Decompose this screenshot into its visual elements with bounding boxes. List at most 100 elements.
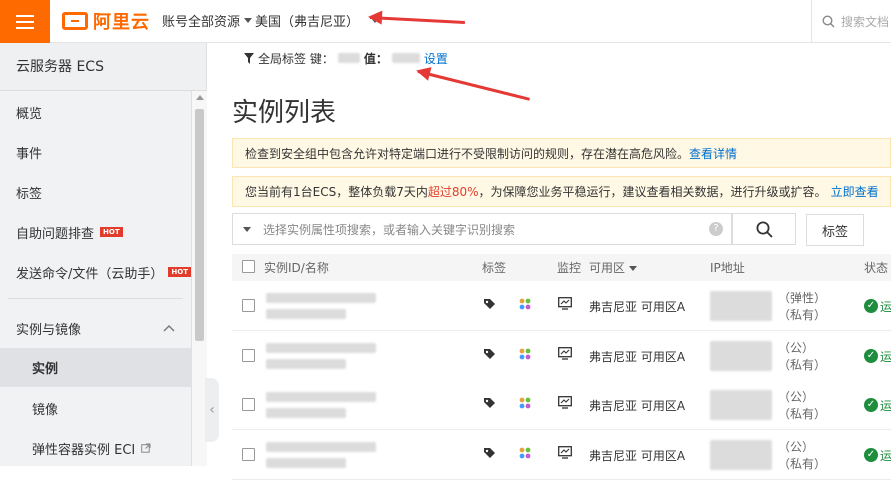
column-header-status: 状态 [864,261,889,275]
sidebar-item-images[interactable]: 镜像 [0,397,191,419]
search-icon [756,221,773,238]
column-header-tag: 标签 [482,261,507,275]
tag-icon[interactable] [483,447,496,460]
ip-type-public: （公） [778,341,815,355]
sidebar-item-events[interactable]: 事件 [0,141,191,163]
security-notice-text: 检查到安全组中包含允许对特定端口进行不受限制访问的规则，存在潜在高危风险。 [245,146,690,161]
security-notice-link[interactable]: 查看详情 [689,145,737,162]
sidebar-item-tags[interactable]: 标签 [0,181,191,203]
redacted-instance-id [266,442,376,452]
monitor-icon[interactable] [558,446,572,459]
redacted-tag-key [337,53,360,63]
row-checkbox[interactable] [242,398,255,411]
sidebar-item-overview[interactable]: 概览 [0,101,191,123]
app-icon[interactable] [518,297,532,311]
zone-cell: 弗吉尼亚 可用区A [589,300,686,314]
table-row[interactable]: 弗吉尼亚 可用区A （公） （私有） ✓ 运 [232,331,891,381]
row-checkbox[interactable] [242,448,255,461]
monitor-icon[interactable] [558,396,572,409]
redacted-instance-name [266,309,346,319]
account-label: 账号全部资源 [162,15,241,30]
sidebar-item-cloud-assistant[interactable]: 发送命令/文件（云助手） HOT [0,261,191,283]
sidebar-item-label: 自助问题排查 [16,226,95,242]
select-all-checkbox[interactable] [242,260,255,273]
sidebar-item-label: 概览 [16,106,43,122]
table-row[interactable]: 弗吉尼亚 可用区A （公） （私有） ✓ 运 [232,430,891,480]
column-header-id[interactable]: 实例ID/名称 [264,254,329,282]
tag-icon[interactable] [483,298,496,311]
monitor-icon[interactable] [558,347,572,360]
row-checkbox[interactable] [242,299,255,312]
global-tag-value-label: 值： [363,51,388,66]
logo-text: 阿里云 [93,12,150,33]
zone-cell: 弗吉尼亚 可用区A [589,350,686,364]
ip-type-public: （弹性） [778,291,827,305]
sidebar-divider [8,298,183,299]
running-status-icon: ✓ [864,448,878,462]
monitor-icon[interactable] [558,297,572,310]
redacted-ip [710,341,772,371]
sidebar-item-eci[interactable]: 弹性容器实例 ECI [0,437,191,459]
sidebar-title: 云服务器 ECS [0,43,206,91]
status-cell: 运 [880,399,891,413]
sidebar-item-instances[interactable]: 实例 [0,348,191,387]
chevron-down-icon [629,265,638,271]
table-header: 实例ID/名称 标签 监控 可用区 IP地址 状态 [232,254,891,282]
status-cell: 运 [880,449,891,463]
redacted-instance-id [266,343,376,353]
sidebar-item-label: 弹性容器实例 ECI [32,442,136,458]
redacted-instance-id [266,293,376,303]
instance-search-button[interactable] [732,213,796,245]
chevron-down-icon[interactable] [243,226,251,232]
load-notice-link[interactable]: 立即查看 [831,183,879,200]
app-icon[interactable] [518,446,532,460]
redacted-tag-value [391,53,420,63]
tag-settings-link[interactable]: 设置 [424,50,448,67]
sidebar-item-label: 标签 [16,186,43,202]
app-icon[interactable] [518,347,532,361]
region-selector[interactable]: 美国（弗吉尼亚） [255,11,380,30]
page-title: 实例列表 [232,98,337,128]
sidebar-item-label: 实例与镜像 [16,322,82,338]
sidebar-item-label: 镜像 [32,402,59,418]
help-icon[interactable]: ? [709,222,723,236]
load-notice-text-before: 您当前有1台ECS，整体负载7天内 [245,185,428,199]
row-checkbox[interactable] [242,349,255,362]
account-selector[interactable]: 账号全部资源 [162,11,253,30]
scrollbar-thumb[interactable] [195,109,204,341]
annotation-arrow [417,70,530,101]
tag-icon[interactable] [483,397,496,410]
chevron-down-icon [244,18,253,23]
sidebar-item-label: 实例 [32,362,59,377]
chevron-left-icon: ‹ [209,402,215,418]
sidebar-item-label: 事件 [16,146,43,162]
tag-icon[interactable] [483,348,496,361]
load-notice-text-after: ，为保障您业务平稳运行，建议查看相关数据，进行升级或扩容。 [478,185,827,199]
load-notice: 您当前有1台ECS，整体负载7天内 超过80% ，为保障您业务平稳运行，建议查看… [232,176,891,207]
column-header-zone[interactable]: 可用区 [589,254,638,282]
status-cell: 运 [880,350,891,364]
filter-icon [244,52,254,64]
tag-filter-button[interactable]: 标签 [806,214,864,246]
chevron-up-icon [163,325,175,332]
scroll-up-icon[interactable] [196,95,204,100]
hot-badge: HOT [168,267,191,277]
instance-search-placeholder: 选择实例属性项搜索，或者输入关键字识别搜索 [263,222,516,237]
instance-search-input[interactable]: 选择实例属性项搜索，或者输入关键字识别搜索 ? [232,213,732,245]
redacted-instance-name [266,458,346,468]
logo-mark-icon [62,12,88,30]
app-icon[interactable] [518,396,532,410]
table-row[interactable]: 弗吉尼亚 可用区A （公） （私有） ✓ 运 [232,380,891,430]
sidebar-item-troubleshoot[interactable]: 自助问题排查 HOT [0,221,191,243]
table-row[interactable]: 弗吉尼亚 可用区A （弹性） （私有） ✓ 运 [232,281,891,331]
menu-icon[interactable] [0,0,50,43]
hot-badge: HOT [100,227,123,237]
top-search[interactable]: 搜索文档 [811,0,891,43]
running-status-icon: ✓ [864,349,878,363]
sidebar-group-instances-images[interactable]: 实例与镜像 [0,317,191,339]
aliyun-logo[interactable]: 阿里云 [62,9,150,33]
column-header-ip: IP地址 [710,261,745,275]
ip-type-public: （公） [778,390,815,404]
column-header-zone-label: 可用区 [589,261,626,275]
sidebar-collapse-toggle[interactable]: ‹ [205,378,219,442]
